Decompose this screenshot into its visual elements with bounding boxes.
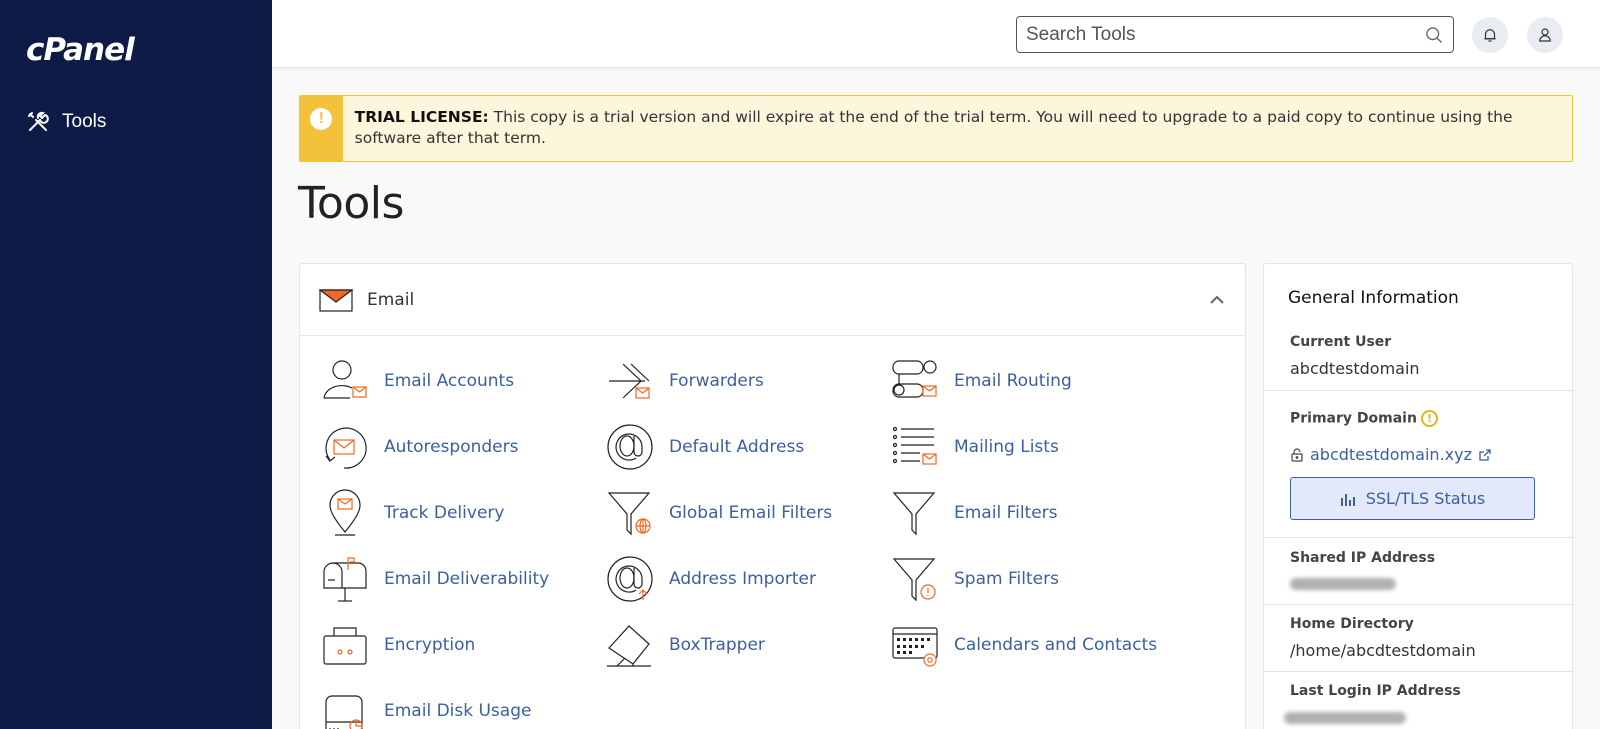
email-filters-icon	[892, 492, 936, 536]
trial-license-alert: ! TRIAL LICENSE: This copy is a trial ve…	[299, 95, 1573, 162]
email-section-header[interactable]: Email	[300, 264, 1245, 336]
search-box	[1016, 16, 1454, 53]
autoresponders-icon	[325, 427, 367, 469]
sidebar-item-label: Tools	[62, 111, 107, 132]
tool-global-email-filters[interactable]: Global Email Filters	[605, 488, 832, 538]
tool-email-disk-usage[interactable]: Email Disk Usage	[320, 686, 531, 729]
email-accounts-icon	[323, 360, 367, 399]
tool-mailing-lists[interactable]: Mailing Lists	[890, 422, 1059, 472]
user-icon	[1539, 28, 1551, 42]
tool-label: Global Email Filters	[669, 503, 833, 523]
user-menu-button[interactable]	[1527, 17, 1563, 53]
warning-icon[interactable]: !	[1420, 410, 1438, 427]
tool-label: Mailing Lists	[954, 437, 1059, 457]
home-directory-value: /home/abcdtestdomain	[1290, 641, 1476, 660]
alert-title: TRIAL LICENSE:	[354, 108, 489, 126]
tool-track-delivery[interactable]: Track Delivery	[320, 488, 504, 538]
tool-email-routing[interactable]: Email Routing	[890, 356, 1072, 406]
general-information-panel: General Information Current User abcdtes…	[1263, 263, 1574, 729]
encryption-icon	[323, 627, 367, 665]
tool-forwarders[interactable]: Forwarders	[605, 356, 764, 406]
track-delivery-icon	[329, 489, 361, 536]
tool-default-address[interactable]: Default Address	[605, 422, 804, 472]
tool-label: Autoresponders	[384, 437, 519, 457]
mailing-lists-icon	[892, 426, 937, 465]
tool-label: Email Filters	[954, 503, 1058, 523]
chevron-up-icon[interactable]	[1209, 292, 1225, 308]
tool-email-deliverability[interactable]: Email Deliverability	[320, 554, 549, 604]
email-section-label: Email	[367, 289, 415, 310]
alert-message: This copy is a trial version and will ex…	[354, 108, 1513, 147]
external-link-icon	[1479, 448, 1491, 461]
last-login-ip-label: Last Login IP Address	[1290, 683, 1461, 699]
tool-email-filters[interactable]: Email Filters	[890, 488, 1058, 538]
email-panel: Email Email Accounts Forwarders Email Ro…	[299, 263, 1246, 729]
home-directory-label: Home Directory	[1290, 616, 1414, 632]
tool-label: Email Routing	[954, 371, 1072, 391]
tool-encryption[interactable]: Encryption	[320, 620, 475, 670]
tool-label: Email Accounts	[384, 371, 515, 391]
tool-label: Email Deliverability	[384, 569, 550, 589]
search-icon[interactable]	[1424, 25, 1444, 45]
tool-label: Address Importer	[669, 569, 816, 589]
tool-label: Email Disk Usage	[384, 701, 532, 721]
email-routing-icon	[892, 360, 937, 398]
tool-address-importer[interactable]: Address Importer	[605, 554, 816, 604]
tool-label: Track Delivery	[384, 503, 505, 523]
tool-label: Forwarders	[669, 371, 764, 391]
sidebar-item-tools[interactable]: Tools	[26, 110, 106, 134]
global-email-filters-icon	[607, 492, 651, 536]
redacted-ip	[1290, 578, 1396, 590]
page-title: Tools	[298, 178, 404, 229]
tool-label: Spam Filters	[954, 569, 1059, 589]
email-deliverability-icon	[323, 557, 367, 602]
tool-autoresponders[interactable]: Autoresponders	[320, 422, 518, 472]
current-user-label: Current User	[1290, 334, 1392, 350]
primary-domain-link[interactable]: abcdtestdomain.xyz	[1290, 445, 1492, 464]
shared-ip-label: Shared IP Address	[1290, 550, 1436, 566]
forwarders-icon	[609, 363, 650, 399]
tool-spam-filters[interactable]: Spam Filters	[890, 554, 1059, 604]
tool-label: Encryption	[384, 635, 476, 655]
tool-boxtrapper[interactable]: BoxTrapper	[605, 620, 765, 670]
notifications-button[interactable]	[1472, 17, 1508, 53]
tool-email-accounts[interactable]: Email Accounts	[320, 356, 514, 406]
tool-calendars-contacts[interactable]: Calendars and Contacts	[890, 620, 1157, 670]
address-importer-icon	[607, 556, 653, 602]
sidebar: cPanel Tools	[0, 0, 272, 729]
default-address-icon	[607, 424, 653, 470]
unlock-icon	[1291, 447, 1303, 462]
primary-domain-label: Primary Domain!	[1290, 410, 1438, 427]
bar-chart-icon	[1340, 493, 1355, 506]
tools-icon	[28, 111, 49, 131]
tool-label: BoxTrapper	[669, 635, 765, 655]
tool-label: Calendars and Contacts	[954, 635, 1158, 655]
ssl-tls-status-button[interactable]: SSL/TLS Status	[1290, 477, 1535, 520]
calendars-contacts-icon	[892, 627, 938, 667]
current-user-value: abcdtestdomain	[1290, 359, 1420, 378]
cpanel-logo[interactable]: cPanel	[26, 32, 135, 68]
tool-label: Default Address	[669, 437, 805, 457]
spam-filters-icon	[892, 558, 936, 602]
search-input[interactable]	[1017, 17, 1397, 52]
bell-icon	[1484, 29, 1496, 42]
general-information-title: General Information	[1288, 288, 1459, 308]
redacted-last-login-ip	[1284, 712, 1406, 724]
boxtrapper-icon	[607, 625, 651, 667]
top-header	[272, 0, 1600, 68]
email-disk-usage-icon	[325, 695, 363, 729]
exclamation-icon: !	[310, 108, 333, 130]
envelope-icon	[319, 288, 353, 312]
